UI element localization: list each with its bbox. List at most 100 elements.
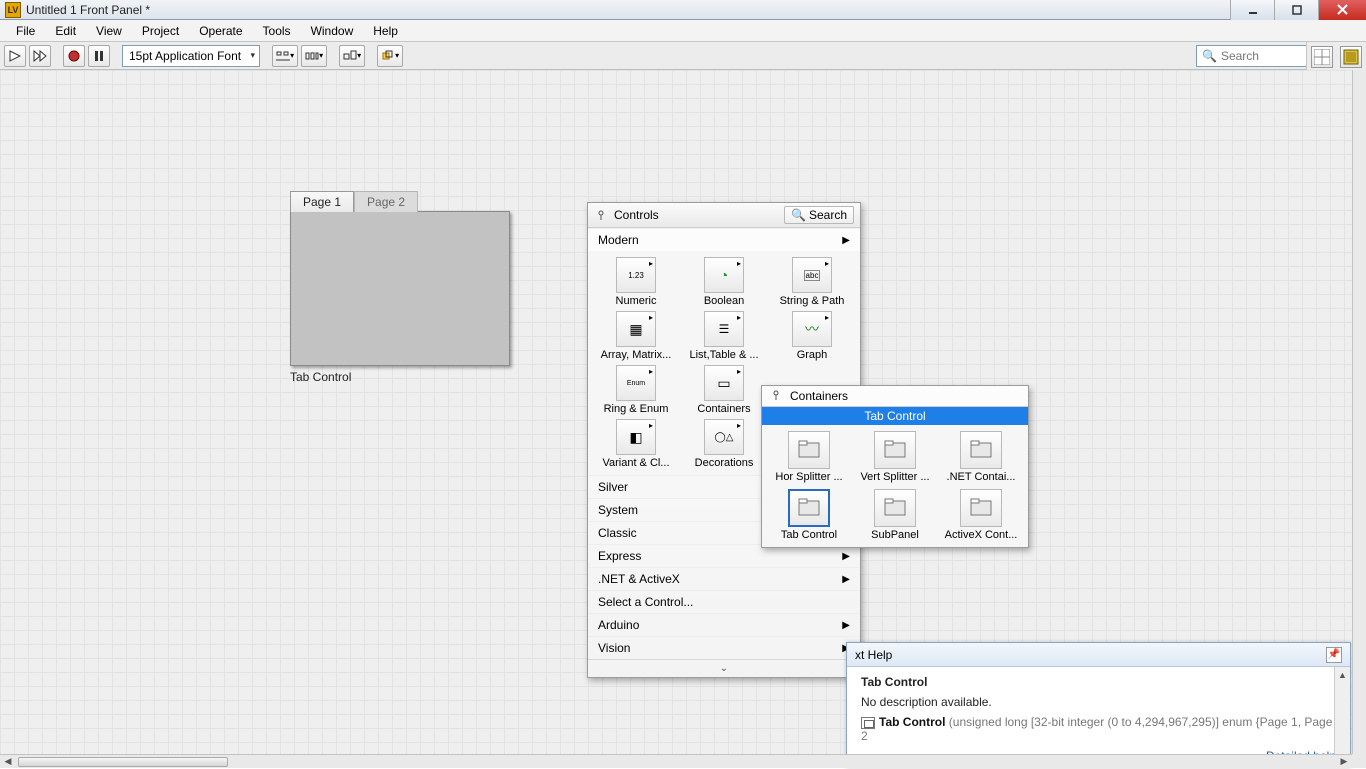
palette-item-icon: ▸ (616, 365, 656, 401)
window-title: Untitled 1 Front Panel * (26, 3, 150, 17)
magnifier-icon: 🔍 (791, 208, 806, 222)
pin-icon[interactable] (770, 389, 784, 403)
menu-window[interactable]: Window (301, 22, 364, 40)
pause-button[interactable] (88, 45, 110, 67)
flyout-item[interactable]: ActiveX Cont... (938, 489, 1024, 541)
palette-item[interactable]: ▸Variant & Cl... (592, 419, 680, 469)
vi-icon[interactable] (1340, 46, 1362, 68)
menu-help[interactable]: Help (363, 22, 408, 40)
palette-item-icon: ▸ (616, 257, 656, 293)
flyout-item-label: Tab Control (766, 529, 852, 541)
palette-item-label: String & Path (769, 295, 855, 307)
palette-item[interactable]: ▸ Decorations (680, 419, 768, 469)
palette-item-label: Numeric (593, 295, 679, 307)
flyout-item-label: .NET Contai... (938, 471, 1024, 483)
flyout-item-label: Vert Splitter ... (852, 471, 938, 483)
palette-item[interactable]: ▸List,Table & ... (680, 311, 768, 361)
palette-item-icon: ▸ (792, 257, 832, 293)
align-button[interactable]: ▾ (272, 45, 298, 67)
palette-search-button[interactable]: 🔍 Search (784, 206, 854, 224)
chevron-right-icon: ▶ (842, 620, 850, 631)
palette-item-icon: ▸ (704, 419, 744, 455)
tab-control-object[interactable]: Page 1 Page 2 Tab Control (290, 190, 510, 384)
flyout-item-icon (788, 489, 830, 527)
palette-item[interactable]: ▸ Numeric (592, 257, 680, 307)
scroll-left-icon[interactable]: ◀ (0, 755, 16, 769)
window-maximize-button[interactable] (1274, 0, 1318, 20)
flyout-item-label: ActiveX Cont... (938, 529, 1024, 541)
palette-item-label: List,Table & ... (681, 349, 767, 361)
menu-view[interactable]: View (86, 22, 132, 40)
palette-item[interactable]: ▸ String & Path (768, 257, 856, 307)
window-minimize-button[interactable] (1230, 0, 1274, 20)
reorder-button[interactable]: ▾ (377, 45, 403, 67)
canvas-vertical-scrollbar[interactable] (1352, 70, 1366, 754)
palette-item-label: Containers (681, 403, 767, 415)
flyout-item[interactable]: .NET Contai... (938, 431, 1024, 483)
pin-icon[interactable] (594, 208, 608, 222)
run-button[interactable] (4, 45, 26, 67)
flyout-highlight[interactable]: Tab Control (762, 407, 1028, 425)
flyout-item[interactable]: SubPanel (852, 489, 938, 541)
distribute-button[interactable]: ▾ (301, 45, 327, 67)
palette-item[interactable]: ▸ Boolean (680, 257, 768, 307)
palette-item[interactable]: ▸Graph (768, 311, 856, 361)
palette-item[interactable]: ▸Ring & Enum (592, 365, 680, 415)
abort-button[interactable] (63, 45, 85, 67)
flyout-item-icon (788, 431, 830, 469)
context-help-desc: No description available. (861, 695, 1336, 709)
scroll-corner (1352, 754, 1366, 768)
context-help-signature: Tab Control (unsigned long [32-bit integ… (861, 715, 1336, 743)
flyout-item[interactable]: Hor Splitter ... (766, 431, 852, 483)
palette-category[interactable]: Arduino ▶ (588, 613, 860, 636)
connector-pane (1306, 42, 1366, 72)
canvas-horizontal-scrollbar[interactable]: ◀ ▶ (0, 754, 1352, 768)
palette-expand-icon[interactable]: ⌄ (588, 659, 860, 677)
palette-category-modern[interactable]: Modern ▶ (588, 228, 860, 251)
search-placeholder: Search (1221, 49, 1259, 63)
menu-edit[interactable]: Edit (45, 22, 86, 40)
palette-item[interactable]: ▸Array, Matrix... (592, 311, 680, 361)
palette-item-label: Decorations (681, 457, 767, 469)
menu-file[interactable]: File (6, 22, 45, 40)
tab-page-1[interactable]: Page 1 (290, 191, 354, 212)
palette-item-icon: ▸ (704, 257, 744, 293)
palette-category[interactable]: Vision▶ (588, 636, 860, 659)
palette-item-icon: ▸ (616, 419, 656, 455)
palette-category[interactable]: Select a Control... (588, 590, 860, 613)
run-continuous-button[interactable] (29, 45, 51, 67)
resize-button[interactable]: ▾ (339, 45, 365, 67)
palette-item[interactable]: ▸ Containers (680, 365, 768, 415)
palette-item-label: Boolean (681, 295, 767, 307)
flyout-item[interactable]: Vert Splitter ... (852, 431, 938, 483)
palette-item-icon: ▸ (704, 365, 744, 401)
palette-category-label: Arduino (598, 618, 639, 632)
scroll-thumb[interactable] (18, 757, 228, 767)
menu-operate[interactable]: Operate (189, 22, 252, 40)
flyout-item[interactable]: Tab Control (766, 489, 852, 541)
menu-project[interactable]: Project (132, 22, 189, 40)
scroll-up-icon[interactable]: ▲ (1335, 667, 1350, 683)
window-close-button[interactable] (1318, 0, 1366, 20)
tab-control-label[interactable]: Tab Control (290, 370, 510, 384)
palette-category-label: Select a Control... (598, 595, 693, 609)
chevron-right-icon: ▶ (842, 551, 850, 562)
font-selector[interactable]: 15pt Application Font (122, 45, 260, 67)
toolbar: 15pt Application Font ▾ ▾ ▾ ▾ 🔍 Search 🔍… (0, 42, 1366, 70)
scroll-right-icon[interactable]: ▶ (1336, 755, 1352, 769)
tab-control-body[interactable] (290, 211, 510, 366)
tab-page-2[interactable]: Page 2 (354, 191, 418, 212)
flyout-item-label: Hor Splitter ... (766, 471, 852, 483)
connector-grid-icon[interactable] (1311, 46, 1333, 68)
palette-category-label: Express (598, 549, 641, 563)
flyout-item-icon (874, 489, 916, 527)
menu-tools[interactable]: Tools (253, 22, 301, 40)
chevron-right-icon: ▶ (842, 235, 850, 246)
palette-item-icon: ▸ (616, 311, 656, 347)
context-help-pin-button[interactable]: 📌 (1326, 647, 1342, 663)
palette-category-label: Classic (598, 526, 637, 540)
app-icon: LV (5, 2, 21, 18)
palette-category-label: Modern (598, 233, 639, 247)
context-help-scrollbar[interactable]: ▲ ▼ (1334, 667, 1350, 767)
palette-category[interactable]: .NET & ActiveX▶ (588, 567, 860, 590)
